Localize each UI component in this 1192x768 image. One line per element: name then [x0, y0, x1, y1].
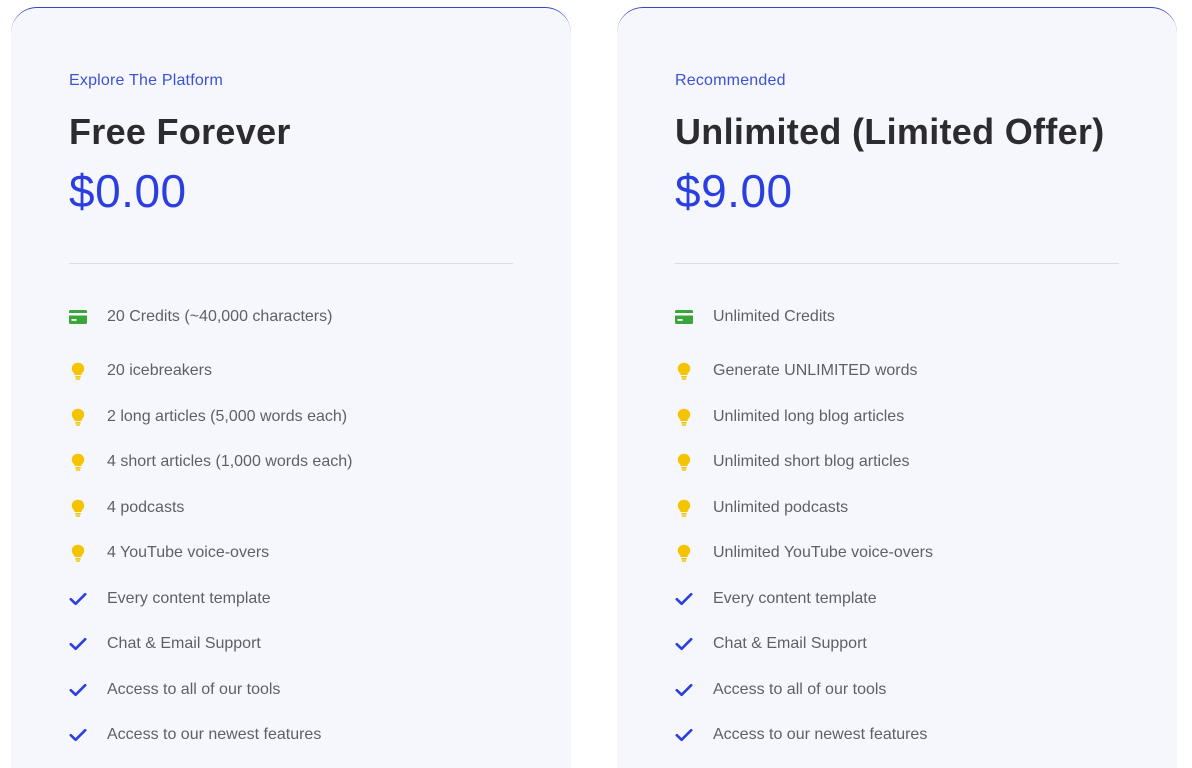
lightbulb-icon	[675, 407, 713, 427]
feature-text: Unlimited long blog articles	[713, 407, 905, 425]
feature-text: 20 Credits (~40,000 characters)	[107, 308, 333, 325]
feature-item: Chat & Email Support	[69, 634, 352, 654]
lightbulb-icon	[69, 452, 107, 472]
feature-text: 4 short articles (1,000 words each)	[107, 453, 353, 470]
feature-item: Every content template	[69, 589, 352, 609]
feature-text: Access to all of our tools	[107, 680, 281, 698]
lightbulb-icon	[69, 543, 107, 563]
plan-title: Unlimited (Limited Offer)	[675, 111, 1105, 152]
feature-item: Access to all of our tools	[675, 680, 933, 700]
pricing-cards: Explore The Platform Free Forever $0.00 …	[0, 0, 1192, 768]
feature-item: 20 icebreakers	[69, 361, 352, 381]
lightbulb-icon	[675, 498, 713, 518]
feature-text: Every content template	[713, 589, 877, 607]
feature-text: Unlimited Credits	[713, 308, 835, 325]
feature-item: Access to our newest features	[69, 725, 352, 745]
feature-text: Chat & Email Support	[107, 635, 261, 652]
feature-text: Unlimited YouTube voice-overs	[713, 544, 933, 561]
lightbulb-icon	[69, 407, 107, 427]
checkmark-icon	[69, 725, 107, 745]
checkmark-icon	[675, 680, 713, 700]
feature-text: Unlimited podcasts	[713, 498, 849, 516]
checkmark-icon	[675, 634, 713, 654]
lightbulb-icon	[69, 361, 107, 381]
plan-eyebrow: Recommended	[675, 72, 786, 89]
feature-item: Unlimited podcasts	[675, 498, 933, 518]
feature-text: Generate UNLIMITED words	[713, 362, 918, 379]
feature-item: Chat & Email Support	[675, 634, 933, 654]
feature-list: 20 Credits (~40,000 characters) 20 icebre…	[69, 305, 352, 745]
checkmark-icon	[675, 725, 713, 745]
feature-item: Every content template	[675, 589, 933, 609]
feature-text: 20 icebreakers	[107, 362, 212, 379]
feature-text: Access to our newest features	[713, 726, 928, 743]
lightbulb-icon	[675, 361, 713, 381]
checkmark-icon	[69, 680, 107, 700]
feature-text: 2 long articles (5,000 words each)	[107, 407, 348, 425]
feature-item: 4 YouTube voice-overs	[69, 543, 352, 563]
feature-item: Unlimited YouTube voice-overs	[675, 543, 933, 563]
plan-eyebrow: Explore The Platform	[69, 72, 223, 89]
feature-text: 4 YouTube voice-overs	[107, 544, 270, 561]
feature-text: 4 podcasts	[107, 498, 185, 516]
feature-item: Unlimited Credits	[675, 307, 933, 327]
plan-price: $0.00	[69, 165, 187, 217]
feature-list: Unlimited Credits Generate UNLIMITED word…	[675, 305, 933, 745]
checkmark-icon	[675, 589, 713, 609]
feature-item: Generate UNLIMITED words	[675, 361, 933, 381]
plan-title: Free Forever	[69, 111, 291, 152]
feature-item: 4 podcasts	[69, 498, 352, 518]
lightbulb-icon	[675, 543, 713, 563]
feature-text: Access to our newest features	[107, 726, 322, 743]
feature-item: Unlimited long blog articles	[675, 407, 933, 427]
feature-item: Access to our newest features	[675, 725, 933, 745]
feature-text: Every content template	[107, 589, 271, 607]
plan-card-free: Explore The Platform Free Forever $0.00 …	[11, 7, 571, 768]
divider	[69, 263, 513, 264]
divider	[675, 263, 1119, 264]
credit-card-icon	[69, 307, 107, 327]
plan-card-unlimited: Recommended Unlimited (Limited Offer) $9…	[617, 7, 1177, 768]
feature-text: Access to all of our tools	[713, 680, 887, 698]
feature-item: 4 short articles (1,000 words each)	[69, 452, 352, 472]
lightbulb-icon	[675, 452, 713, 472]
feature-item: Access to all of our tools	[69, 680, 352, 700]
feature-text: Unlimited short blog articles	[713, 453, 910, 470]
credit-card-icon	[675, 307, 713, 327]
feature-item: 20 Credits (~40,000 characters)	[69, 307, 352, 327]
feature-item: 2 long articles (5,000 words each)	[69, 407, 352, 427]
checkmark-icon	[69, 634, 107, 654]
lightbulb-icon	[69, 498, 107, 518]
checkmark-icon	[69, 589, 107, 609]
plan-price: $9.00	[675, 165, 793, 217]
feature-item: Unlimited short blog articles	[675, 452, 933, 472]
feature-text: Chat & Email Support	[713, 635, 867, 652]
